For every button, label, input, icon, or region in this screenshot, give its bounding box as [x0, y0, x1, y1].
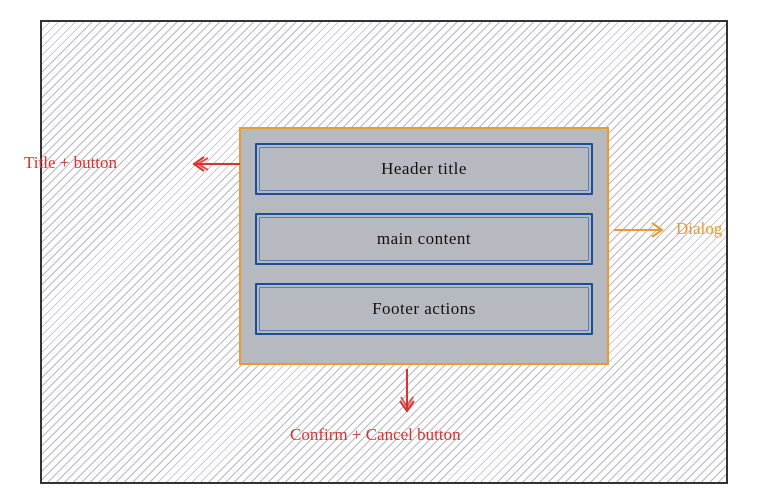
annotation-confirm-cancel: Confirm + Cancel button — [290, 425, 461, 445]
dialog-header-section: Header title — [255, 143, 593, 195]
arrow-left-icon — [182, 152, 242, 182]
dialog-container: Header title main content Footer actions — [239, 127, 609, 365]
annotation-dialog: Dialog — [676, 219, 722, 239]
annotation-title-button: Title + button — [24, 153, 117, 173]
arrow-right-icon — [610, 218, 674, 242]
footer-actions-label: Footer actions — [372, 299, 476, 319]
arrow-down-icon — [392, 365, 422, 421]
main-content-label: main content — [377, 229, 471, 249]
diagram-canvas: Header title main content Footer actions… — [40, 20, 728, 484]
header-title-label: Header title — [381, 159, 467, 179]
dialog-main-section: main content — [255, 213, 593, 265]
dialog-footer-section: Footer actions — [255, 283, 593, 335]
